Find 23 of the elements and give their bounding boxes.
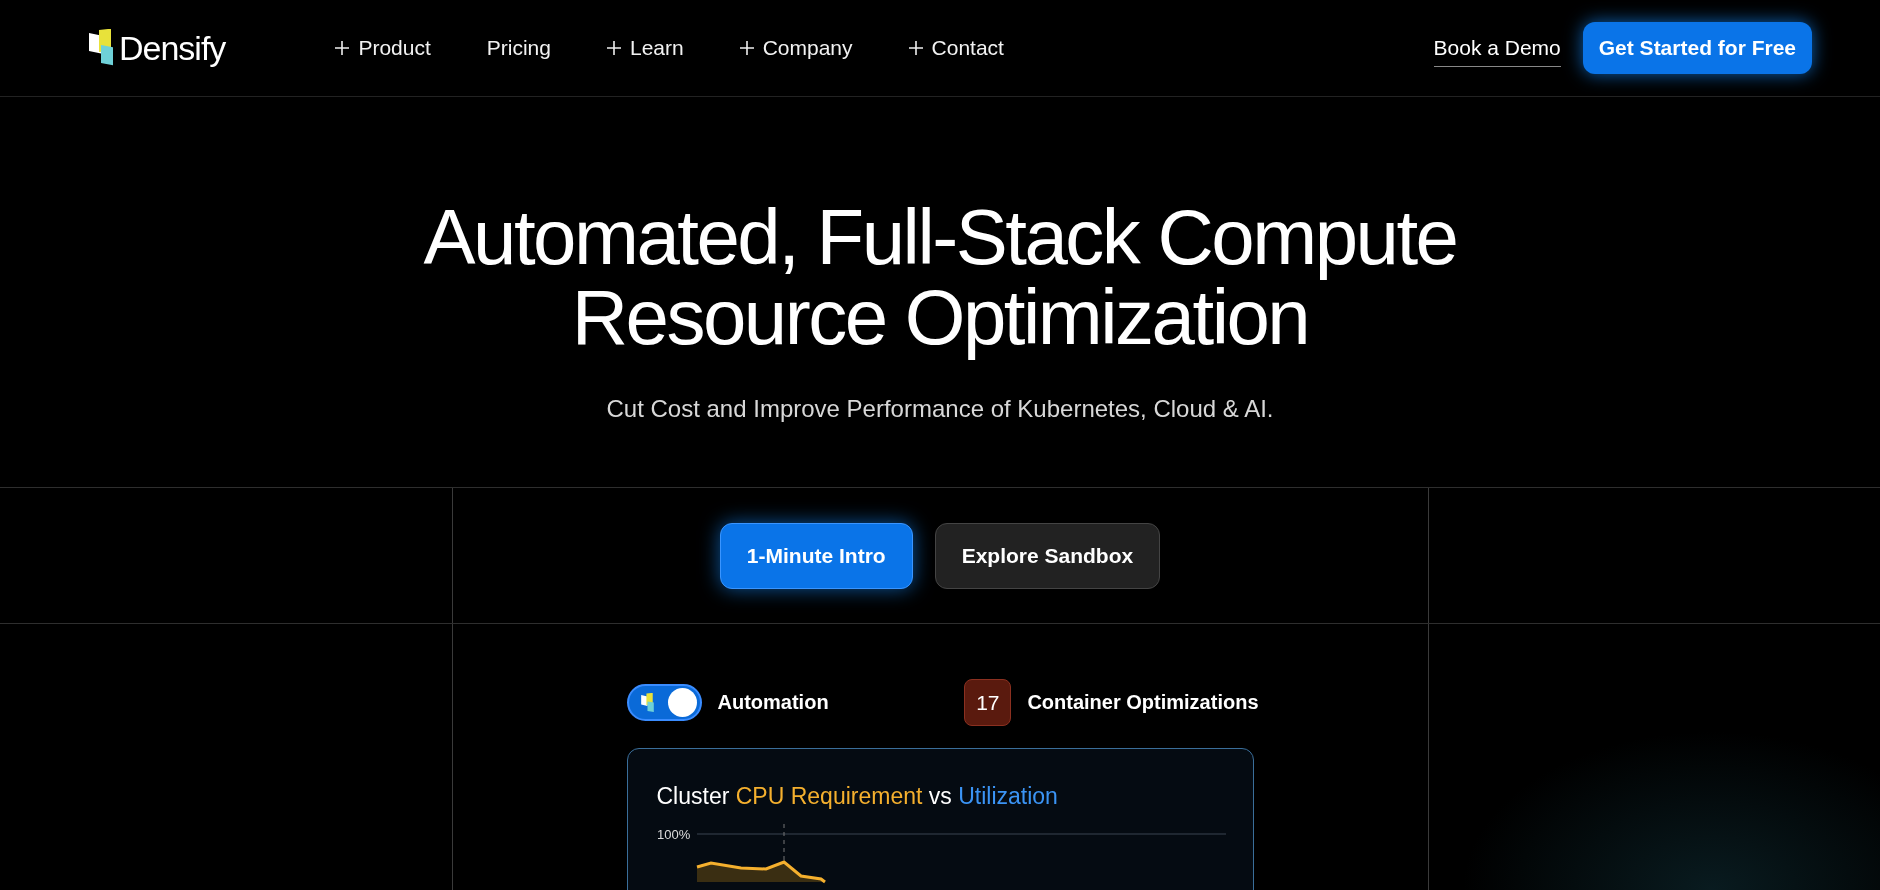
sandbox-button[interactable]: Explore Sandbox (934, 522, 1161, 589)
plus-icon (606, 41, 621, 55)
nav-link[interactable]: Product (335, 36, 431, 60)
nav-link[interactable]: Company (739, 36, 853, 60)
book-demo-link[interactable]: Book a Demo (1433, 35, 1561, 67)
logo-icon (639, 692, 656, 713)
count-badge: 17 (964, 679, 1012, 726)
get-started-button[interactable]: Get Started for Free (1582, 22, 1812, 74)
automation-label: Automation (717, 691, 829, 714)
logo[interactable]: Densify (87, 28, 226, 68)
nav-link[interactable]: Learn (606, 36, 684, 60)
optimizations-label: Container Optimizations (1027, 691, 1259, 714)
automation-toggle[interactable] (626, 684, 702, 721)
plus-icon (908, 41, 923, 55)
hero-subtitle: Cut Cost and Improve Performance of Kubernetes, Cloud & AI. (606, 395, 1274, 423)
plus-icon (739, 41, 754, 55)
plus-icon (335, 41, 350, 55)
intro-button[interactable]: 1-Minute Intro (719, 522, 913, 589)
logo-text: Densify (119, 28, 226, 68)
chart-title: Cluster CPU Requirement vs Utilization (656, 783, 1059, 810)
nav-link[interactable]: Contact (908, 36, 1004, 60)
axis-label: 100% (656, 827, 690, 842)
nav-link[interactable]: Pricing (486, 36, 551, 60)
